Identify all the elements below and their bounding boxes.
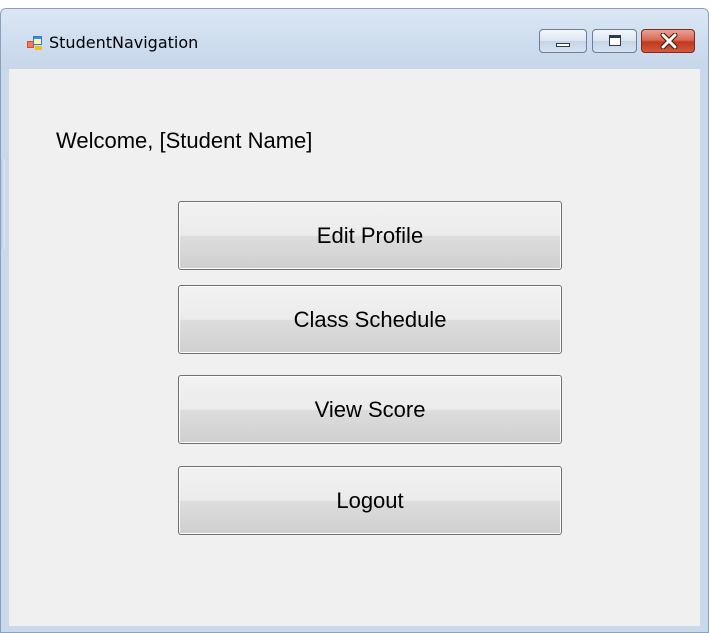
welcome-label: Welcome, [Student Name] [56,128,313,153]
maximize-icon [609,35,621,46]
form-client-area: Welcome, [Student Name] Edit Profile Cla… [9,69,700,626]
view-score-button[interactable]: View Score [178,375,562,444]
maximize-button[interactable] [592,29,637,53]
logout-button[interactable]: Logout [178,466,562,535]
minimize-button[interactable] [539,29,587,53]
edit-profile-button[interactable]: Edit Profile [178,201,562,270]
title-bar[interactable]: StudentNavigation [1,9,708,69]
class-schedule-button[interactable]: Class Schedule [178,285,562,354]
student-navigation-window: StudentNavigation Welcome, [Student Name… [0,8,709,633]
close-button[interactable] [641,29,695,53]
app-form-icon [27,36,42,50]
window-title: StudentNavigation [49,33,199,52]
frame-edge-highlight [1,159,5,249]
close-icon [660,33,678,49]
minimize-icon [556,43,570,47]
